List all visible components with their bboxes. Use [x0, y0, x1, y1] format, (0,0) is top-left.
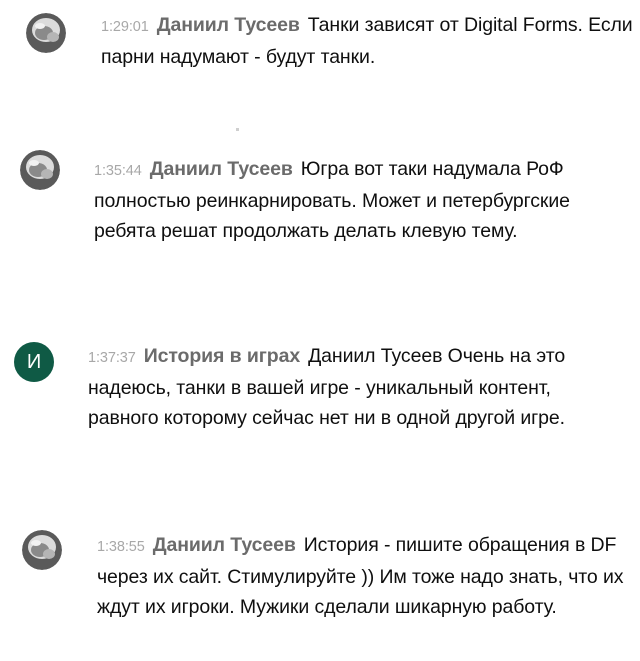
message-author[interactable]: Даниил Тусеев — [153, 534, 296, 556]
message-timestamp: 1:37:37 — [88, 350, 136, 366]
message-timestamp: 1:29:01 — [101, 19, 149, 35]
chat-message-list: 1:29:01 Даниил Тусеев Танки зависят от Dig… — [0, 0, 640, 661]
helmet-avatar-icon[interactable] — [26, 13, 66, 53]
helmet-avatar-icon[interactable] — [20, 150, 60, 190]
helmet-avatar-icon[interactable] — [22, 530, 62, 570]
message-timestamp: 1:38:55 — [97, 539, 145, 555]
message-body: 1:37:37 История в играх Даниил Тусеев Очен… — [88, 341, 608, 433]
message-body: 1:29:01 Даниил Тусеев Танки зависят от Dig… — [101, 10, 636, 72]
letter-avatar[interactable]: И — [14, 342, 54, 382]
message-author[interactable]: История в играх — [144, 345, 300, 367]
message-author[interactable]: Даниил Тусеев — [150, 158, 293, 180]
message-body: 1:38:55 Даниил Тусеев История - пишите обр… — [97, 530, 632, 622]
message-timestamp: 1:35:44 — [94, 163, 142, 179]
message-body: 1:35:44 Даниил Тусеев Югра вот таки надума… — [94, 154, 624, 246]
divider-dot — [236, 128, 239, 131]
message-author[interactable]: Даниил Тусеев — [157, 14, 300, 36]
